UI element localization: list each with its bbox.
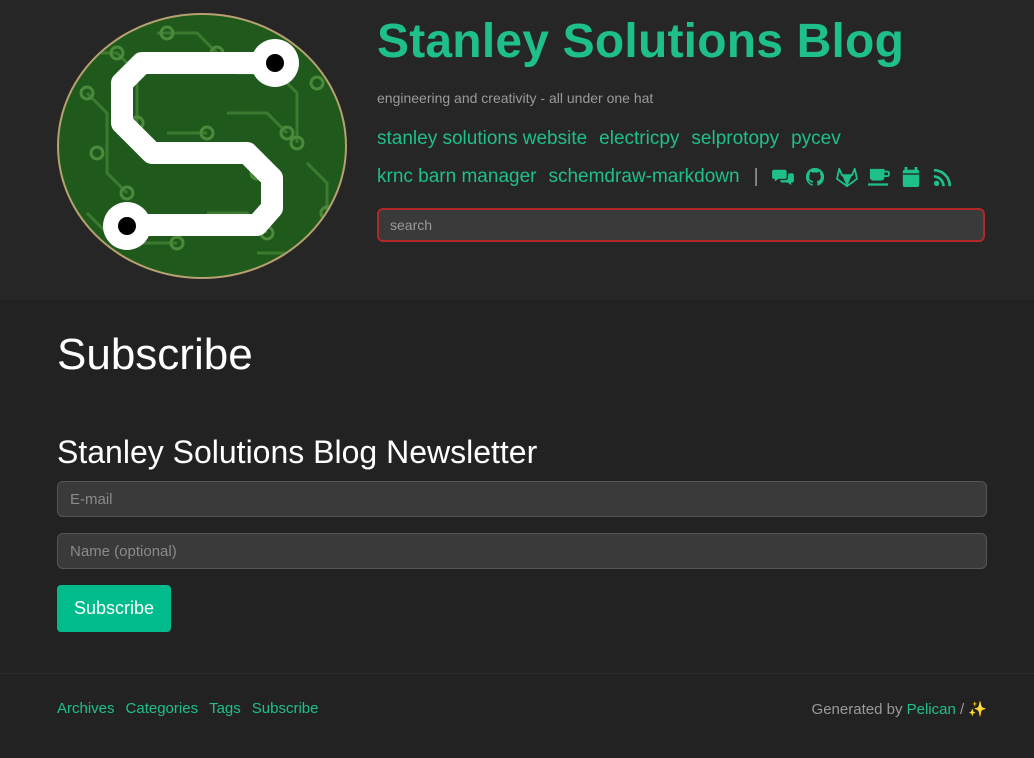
calendar-icon[interactable] xyxy=(899,166,923,188)
footer-link-archives[interactable]: Archives xyxy=(57,700,115,717)
nav-link-selprotopy[interactable]: selprotopy xyxy=(691,128,779,150)
name-field[interactable] xyxy=(57,533,987,569)
generated-by: Generated by Pelican / ✨ xyxy=(812,700,987,718)
footer-links: Archives Categories Tags Subscribe xyxy=(57,700,329,717)
github-icon[interactable] xyxy=(803,166,827,188)
subscribe-button[interactable]: Subscribe xyxy=(57,585,171,632)
site-footer: Archives Categories Tags Subscribe Gener… xyxy=(0,673,1034,758)
generated-suffix: / ✨ xyxy=(955,701,987,718)
footer-link-categories[interactable]: Categories xyxy=(126,700,199,717)
nav-link-electricpy[interactable]: electricpy xyxy=(599,128,679,150)
nav-link-stanley-solutions-website[interactable]: stanley solutions website xyxy=(377,128,587,150)
gitlab-icon[interactable] xyxy=(835,166,859,188)
nav-row-1: stanley solutions website electricpy sel… xyxy=(377,128,853,150)
site-header: Stanley Solutions Blog engineering and c… xyxy=(0,0,1034,300)
email-field[interactable] xyxy=(57,481,987,517)
nav-link-krnc-barn-manager[interactable]: krnc barn manager xyxy=(377,166,536,188)
comments-icon[interactable] xyxy=(771,166,795,188)
coffee-icon[interactable] xyxy=(867,166,891,188)
pelican-link[interactable]: Pelican xyxy=(907,701,956,718)
nav-separator: | xyxy=(753,166,759,187)
page-title: Subscribe xyxy=(57,330,253,379)
newsletter-heading: Stanley Solutions Blog Newsletter xyxy=(57,434,538,470)
site-title[interactable]: Stanley Solutions Blog xyxy=(377,14,904,69)
site-tagline: engineering and creativity - all under o… xyxy=(377,90,654,106)
search-input[interactable] xyxy=(377,208,985,242)
footer-link-subscribe[interactable]: Subscribe xyxy=(252,700,319,717)
rss-icon[interactable] xyxy=(931,166,955,188)
nav-link-pycev[interactable]: pycev xyxy=(791,128,841,150)
footer-link-tags[interactable]: Tags xyxy=(209,700,241,717)
nav-link-schemdraw-markdown[interactable]: schemdraw-markdown xyxy=(548,166,739,188)
generated-prefix: Generated by xyxy=(811,701,907,718)
nav-row-2: krnc barn manager schemdraw-markdown | xyxy=(377,166,963,188)
site-logo[interactable] xyxy=(57,13,347,279)
